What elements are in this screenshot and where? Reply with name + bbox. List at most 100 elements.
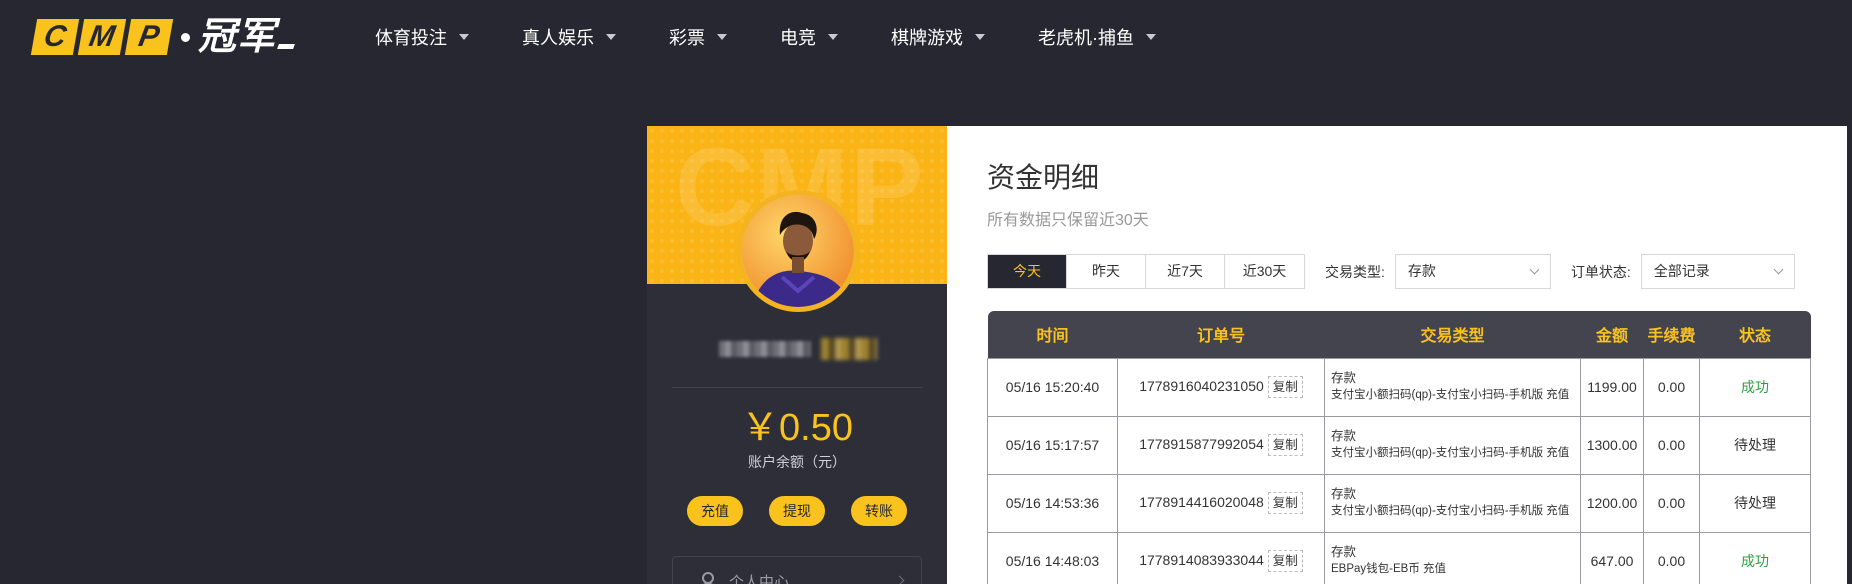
cell-order-id: 1778915877992054 复制 [1117, 415, 1325, 475]
wallet-actions: 充值 提现 转账 [687, 496, 907, 526]
logo-letter: P [124, 19, 174, 55]
transaction-type-label: 交易类型: [1325, 263, 1385, 280]
nav-item-lottery[interactable]: 彩票 [669, 22, 727, 52]
select-value: 存款 [1407, 263, 1436, 279]
order-id-text: 1778915877992054 [1139, 436, 1264, 452]
avatar[interactable] [737, 190, 859, 312]
column-header-status: 状态 [1699, 311, 1811, 358]
column-header-type: 交易类型 [1324, 311, 1581, 358]
page-subtitle: 所有数据只保留近30天 [987, 212, 1149, 229]
tab-today[interactable]: 今天 [988, 255, 1067, 288]
avatar-image [742, 195, 854, 307]
cell-amount: 1200.00 [1580, 473, 1644, 533]
cell-type: 存款支付宝小额扫码(qp)-支付宝小扫码-手机版 充值 [1324, 415, 1581, 475]
cell-time: 05/16 15:20:40 [987, 357, 1118, 417]
table-row: 05/16 14:53:36 1778914416020048 复制 存款 支付宝小额扫… [987, 473, 1811, 533]
table-row: 05/16 15:20:40 1778916040231050 复制 存款 支付宝小额扫… [987, 357, 1811, 417]
profile-panel: CMP ￥0.50 账户余额（元） 充值 提现 转账 个人中心 [647, 126, 947, 584]
cell-time: 05/16 14:48:03 [987, 531, 1118, 584]
nav-item-card-games[interactable]: 棋牌游戏 [891, 22, 985, 52]
type-detail: 支付宝小额扫码(qp)-支付宝小扫码-手机版 充值 [1331, 505, 1570, 517]
logo-dot [181, 32, 190, 42]
order-status-label: 订单状态: [1570, 263, 1631, 280]
funds-detail-panel: 资金明细 所有数据只保留近30天 今天 昨天 近7天 近30天 交易类型: 存款… [947, 126, 1847, 584]
menu-item-personal-center[interactable]: 个人中心 [672, 556, 922, 584]
order-status-select[interactable]: 全部记录 [1640, 254, 1795, 289]
nav-label: 棋牌游戏 [891, 28, 963, 48]
page-title: 资金明细 [987, 162, 1100, 193]
column-header-order-id: 订单号 [1117, 311, 1325, 358]
column-header-amount: 金额 [1580, 311, 1644, 358]
cell-status: 成功 [1699, 531, 1811, 584]
cell-status: 待处理 [1699, 473, 1811, 533]
type-name: 存款 [1331, 545, 1357, 559]
cell-order-id: 1778916040231050 复制 [1117, 357, 1325, 417]
type-detail: 支付宝小额扫码(qp)-支付宝小扫码-手机版 充值 [1331, 447, 1570, 459]
top-navigation-bar: C M P 冠军 体育投注 真人娱乐 彩票 电竞 棋牌游戏 老虎机·捕鱼 [0, 0, 1852, 74]
cell-fee: 0.00 [1643, 357, 1700, 417]
username-masked [719, 338, 879, 360]
column-header-time: 时间 [987, 311, 1118, 358]
type-detail: 支付宝小额扫码(qp)-支付宝小扫码-手机版 充值 [1331, 389, 1570, 401]
copy-button[interactable]: 复制 [1267, 550, 1303, 572]
user-icon [699, 572, 717, 584]
cell-type: 存款支付宝小额扫码(qp)-支付宝小扫码-手机版 充值 [1324, 473, 1581, 533]
copy-button[interactable]: 复制 [1267, 376, 1303, 398]
nav-label: 彩票 [669, 28, 705, 48]
tab-last-7-days[interactable]: 近7天 [1146, 255, 1225, 288]
chevron-right-icon [894, 575, 905, 584]
username-blur [719, 341, 811, 357]
order-id-text: 1778914083933044 [1139, 552, 1264, 568]
nav-item-live-casino[interactable]: 真人娱乐 [522, 22, 616, 52]
cell-type: 存款 EBPay钱包-EB币 充值 [1324, 531, 1581, 584]
type-name: 存款 [1331, 429, 1357, 443]
cell-status: 成功 [1699, 357, 1811, 417]
table-header-row: 时间 订单号 交易类型 金额 手续费 状态 [987, 311, 1811, 358]
nav-label: 体育投注 [375, 28, 447, 48]
withdraw-button[interactable]: 提现 [769, 496, 825, 526]
transactions-table: 时间 订单号 交易类型 金额 手续费 状态 05/16 15:20:40 1778… [987, 311, 1811, 584]
order-id-text: 1778914416020048 [1139, 494, 1264, 510]
nav-item-slots-fishing[interactable]: 老虎机·捕鱼 [1038, 22, 1156, 52]
date-range-tabs: 今天 昨天 近7天 近30天 [987, 254, 1305, 289]
chevron-down-icon [1529, 264, 1540, 275]
cell-time: 05/16 15:17:57 [987, 415, 1118, 475]
table-row: 05/16 14:48:03 1778914083933044 复制 存款 EBPay钱… [987, 531, 1811, 584]
logo-text: 冠军 [198, 16, 277, 58]
tab-last-30-days[interactable]: 近30天 [1225, 255, 1304, 288]
transaction-type-select[interactable]: 存款 [1394, 254, 1551, 289]
order-id-text: 1778916040231050 [1139, 378, 1264, 394]
account-balance: ￥0.50 [741, 407, 853, 449]
main-nav: 体育投注 真人娱乐 彩票 电竞 棋牌游戏 老虎机·捕鱼 [375, 22, 1209, 52]
nav-label: 电竞 [780, 28, 816, 48]
balance-label: 账户余额（元） [748, 454, 846, 470]
cell-order-id: 1778914083933044 复制 [1117, 531, 1325, 584]
logo[interactable]: C M P 冠军 [30, 16, 295, 58]
menu-item-label: 个人中心 [729, 573, 790, 584]
tab-yesterday[interactable]: 昨天 [1067, 255, 1146, 288]
copy-button[interactable]: 复制 [1267, 492, 1303, 514]
chevron-down-icon [1146, 34, 1156, 40]
type-detail: EBPay钱包-EB币 充值 [1331, 563, 1447, 575]
transfer-button[interactable]: 转账 [851, 496, 907, 526]
logo-letter: C [30, 19, 80, 55]
chevron-down-icon [459, 34, 469, 40]
nav-label: 真人娱乐 [522, 28, 594, 48]
select-value: 全部记录 [1653, 263, 1710, 279]
copy-button[interactable]: 复制 [1267, 434, 1303, 456]
nav-item-sports[interactable]: 体育投注 [375, 22, 469, 52]
cell-time: 05/16 14:53:36 [987, 473, 1118, 533]
chevron-down-icon [828, 34, 838, 40]
cell-amount: 1199.00 [1580, 357, 1644, 417]
column-header-fee: 手续费 [1643, 311, 1700, 358]
type-name: 存款 [1331, 371, 1357, 385]
chevron-down-icon [975, 34, 985, 40]
logo-letters: C M P [30, 19, 175, 55]
filter-bar: 今天 昨天 近7天 近30天 交易类型: 存款 订单状态: 全部记录 [987, 254, 1795, 289]
logo-letter: M [77, 19, 127, 55]
nav-item-esports[interactable]: 电竞 [780, 22, 838, 52]
chevron-down-icon [1773, 264, 1784, 275]
type-name: 存款 [1331, 487, 1357, 501]
cell-fee: 0.00 [1643, 531, 1700, 584]
deposit-button[interactable]: 充值 [687, 496, 743, 526]
